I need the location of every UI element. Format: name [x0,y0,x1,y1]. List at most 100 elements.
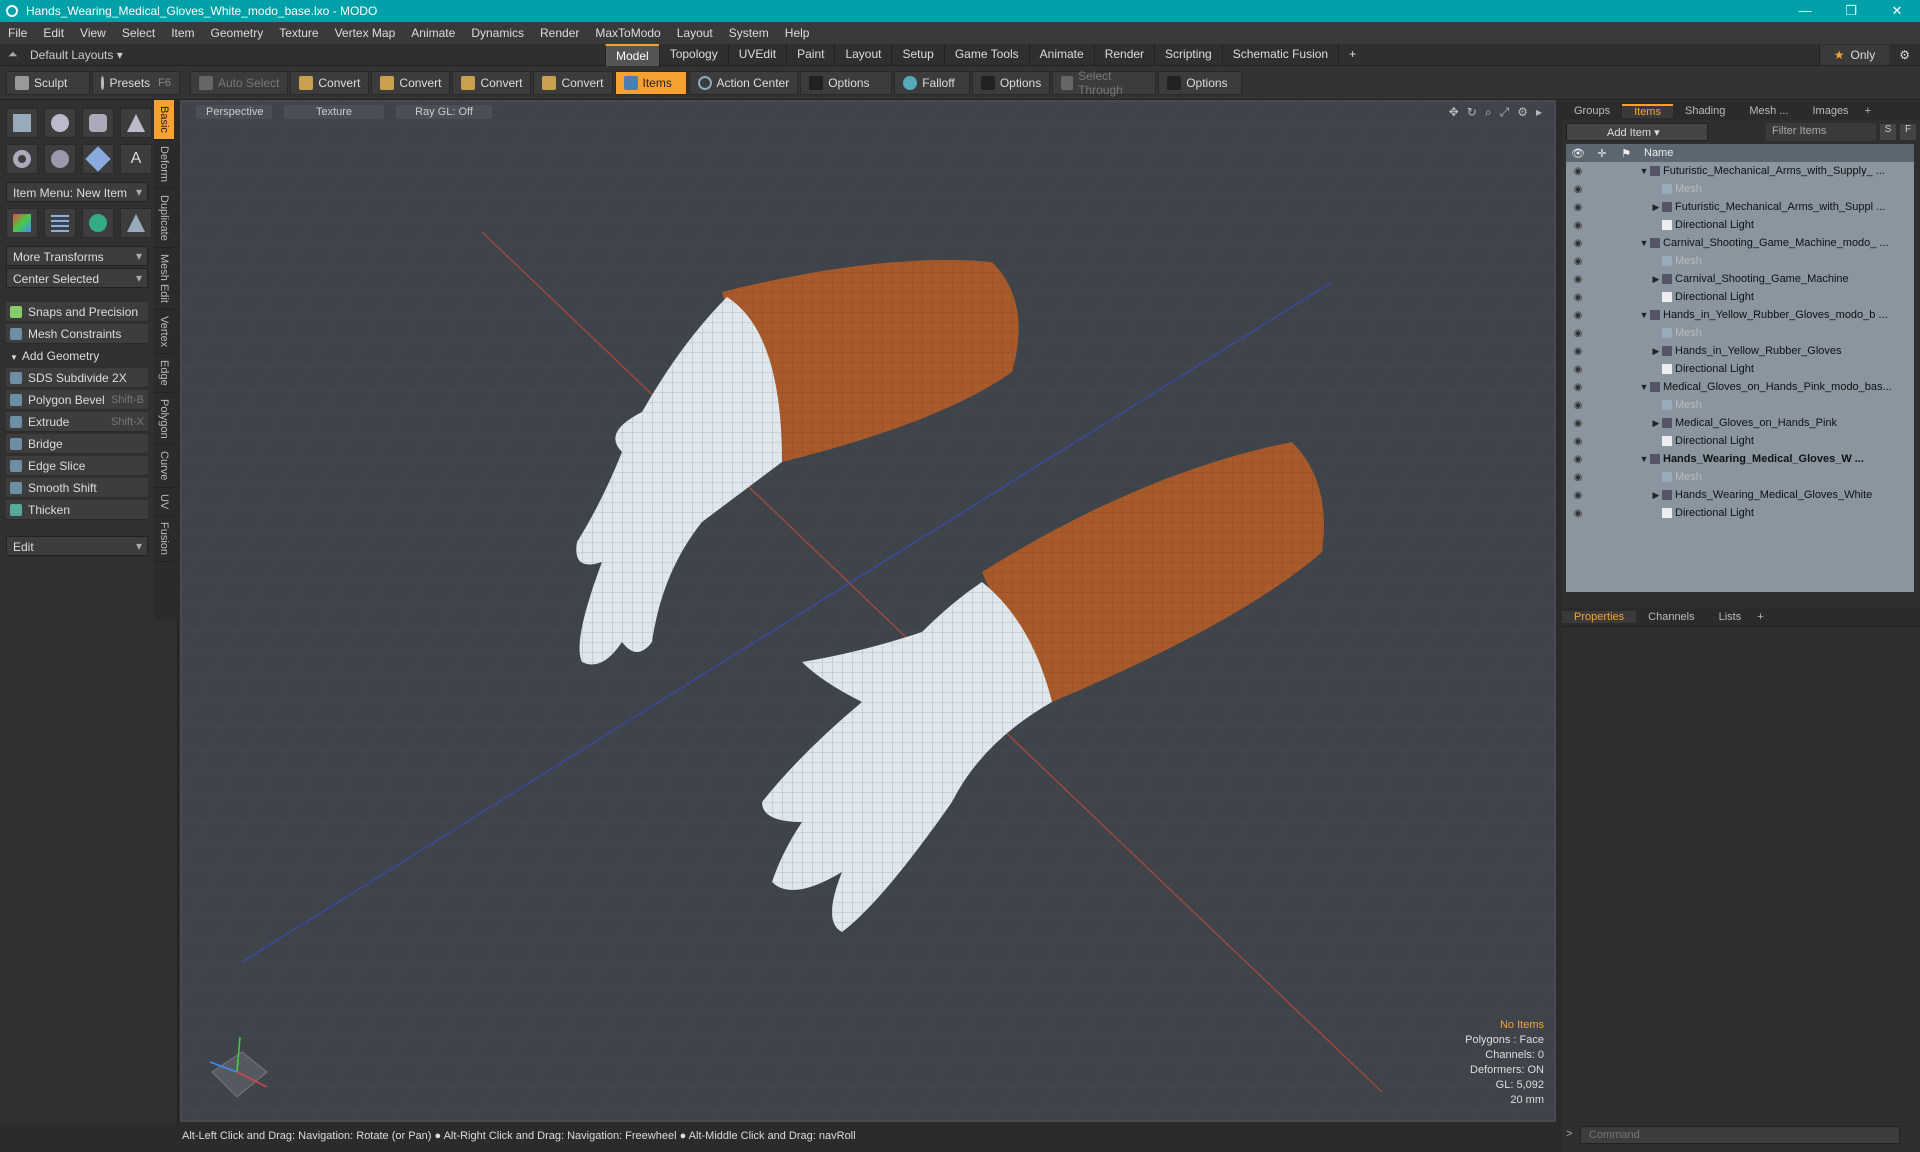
item-tree-row[interactable]: ◉ ▼ Hands_in_Yellow_Rubber_Gloves_modo_b .… [1566,306,1914,324]
item-tree-row[interactable]: ◉ Directional Light [1566,360,1914,378]
zoom-icon[interactable]: ⌕ [1485,105,1492,120]
menu-help[interactable]: Help [777,26,818,40]
visibility-eye-icon[interactable]: ◉ [1566,202,1590,213]
item-tree-row[interactable]: ◉ Mesh [1566,468,1914,486]
expand-toggle-icon[interactable]: ▼ [1638,166,1650,176]
thicken-button[interactable]: Thicken [6,500,148,520]
item-tree-row[interactable]: ◉ ▶ Hands_Wearing_Medical_Gloves_White [1566,486,1914,504]
tab-mesh[interactable]: Mesh ... [1737,105,1800,117]
vtab-polygon[interactable]: Polygon [154,393,174,446]
mesh-constraints-button[interactable]: Mesh Constraints [6,324,148,344]
menu-item[interactable]: Item [163,26,202,40]
visibility-eye-icon[interactable]: ◉ [1566,382,1590,393]
cube-primitive-button[interactable] [6,108,38,138]
vtab-edge[interactable]: Edge [154,354,174,393]
view-perspective-dropdown[interactable]: Perspective [196,105,272,119]
menu-texture[interactable]: Texture [271,26,326,40]
item-tree-row[interactable]: ◉ Directional Light [1566,504,1914,522]
vtab-duplicate[interactable]: Duplicate [154,189,174,248]
visibility-eye-icon[interactable]: ◉ [1566,274,1590,285]
menu-layout[interactable]: Layout [669,26,721,40]
expand-toggle-icon[interactable]: ▼ [1638,382,1650,392]
menu-maxtomodo[interactable]: MaxToModo [587,26,668,40]
bridge-button[interactable]: Bridge [6,434,148,454]
snaps-precision-button[interactable]: Snaps and Precision [6,302,148,322]
expand-toggle-icon[interactable]: ▼ [1638,454,1650,464]
vtab-vertex[interactable]: Vertex [154,310,174,354]
convert-edges-button[interactable]: Convert [371,70,451,95]
tab-lists[interactable]: Lists [1707,611,1754,623]
tab-animate[interactable]: Animate [1028,43,1094,66]
visibility-eye-icon[interactable]: ◉ [1566,328,1590,339]
visibility-eye-icon[interactable]: ◉ [1566,490,1590,501]
vtab-curve[interactable]: Curve [154,445,174,488]
tab-schematic-fusion[interactable]: Schematic Fusion [1221,43,1338,66]
item-menu-dropdown[interactable]: Item Menu: New Item [6,182,148,202]
fit-view-icon[interactable]: ⤢ [1500,105,1510,120]
command-input[interactable] [1580,1126,1900,1144]
menu-file[interactable]: File [0,26,35,40]
visibility-eye-icon[interactable]: ◉ [1566,508,1590,519]
text-tool-button[interactable]: A [120,144,152,174]
visibility-eye-icon[interactable]: ◉ [1566,400,1590,411]
filter-s-button[interactable]: S [1880,124,1896,140]
add-panel-tab-icon[interactable]: + [1861,105,1875,117]
add-item-dropdown[interactable]: Add Item ▾ [1566,123,1708,141]
lock-column-icon[interactable]: ✛ [1590,147,1614,160]
layout-collapse-icon[interactable]: ⏶ [8,47,20,62]
tab-channels[interactable]: Channels [1636,611,1706,623]
name-column-header[interactable]: Name [1638,147,1673,159]
expand-toggle-icon[interactable]: ▼ [1638,310,1650,320]
vtab-uv[interactable]: UV [154,488,174,517]
tab-render[interactable]: Render [1093,43,1154,66]
close-button[interactable]: ✕ [1874,3,1920,19]
viewport-menu-arrow-icon[interactable]: ▸ [1536,105,1542,120]
tab-shading[interactable]: Shading [1673,105,1737,117]
menu-geometry[interactable]: Geometry [203,26,272,40]
rotate-view-icon[interactable]: ↻ [1467,105,1477,120]
center-selected-dropdown[interactable]: Center Selected [6,268,148,288]
item-tree-row[interactable]: ◉ Directional Light [1566,216,1914,234]
polygon-bevel-button[interactable]: Polygon Bevel Shift-B [6,390,148,410]
item-tree-row[interactable]: ◉ ▼ Hands_Wearing_Medical_Gloves_W ... [1566,450,1914,468]
settings-gear-icon[interactable]: ⚙ [1889,48,1920,62]
vtab-mesh-edit[interactable]: Mesh Edit [154,248,174,310]
tab-groups[interactable]: Groups [1562,105,1622,117]
item-tree-row[interactable]: ◉ ▶ Futuristic_Mechanical_Arms_with_Suppl … [1566,198,1914,216]
item-tree-row[interactable]: ◉ ▶ Carnival_Shooting_Game_Machine [1566,270,1914,288]
auto-select-button[interactable]: Auto Select [190,70,289,95]
menu-select[interactable]: Select [114,26,163,40]
tab-topology[interactable]: Topology [658,43,728,66]
expand-toggle-icon[interactable]: ▶ [1650,274,1662,285]
scale-button[interactable] [44,208,76,238]
add-properties-tab-icon[interactable]: + [1753,611,1767,623]
edit-dropdown[interactable]: Edit [6,536,148,556]
expand-toggle-icon[interactable]: ▼ [1638,238,1650,248]
items-mode-button[interactable]: Items [614,70,687,95]
visibility-eye-icon[interactable]: ◉ [1566,436,1590,447]
visibility-eye-icon[interactable]: ◉ [1566,184,1590,195]
tab-layout[interactable]: Layout [834,43,891,66]
extrude-button[interactable]: Extrude Shift-X [6,412,148,432]
convert-vertices-button[interactable]: Convert [290,70,370,95]
item-tree-row[interactable]: ◉ Mesh [1566,396,1914,414]
item-tree-row[interactable]: ◉ ▶ Hands_in_Yellow_Rubber_Gloves [1566,342,1914,360]
cone-primitive-button[interactable] [120,108,152,138]
pan-icon[interactable]: ✥ [1449,105,1459,120]
maximize-button[interactable]: ❐ [1828,3,1874,19]
menu-animate[interactable]: Animate [403,26,463,40]
visibility-eye-icon[interactable]: ◉ [1566,454,1590,465]
only-button[interactable]: ★ Only [1818,44,1890,65]
presets-button[interactable]: Presets F6 [92,70,180,95]
rotate-button[interactable] [82,208,114,238]
default-layouts-dropdown[interactable]: Default Layouts ▾ [30,48,123,62]
item-tree-row[interactable]: ◉ Mesh [1566,180,1914,198]
tab-game-tools[interactable]: Game Tools [943,43,1029,66]
visibility-eye-icon[interactable]: ◉ [1566,472,1590,483]
perspective-button[interactable] [120,208,152,238]
tab-paint[interactable]: Paint [786,43,834,66]
select-through-options-button[interactable]: Options [1158,70,1243,95]
expand-toggle-icon[interactable]: ▶ [1650,346,1662,357]
menu-render[interactable]: Render [532,26,587,40]
vtab-basic[interactable]: Basic [154,100,174,140]
